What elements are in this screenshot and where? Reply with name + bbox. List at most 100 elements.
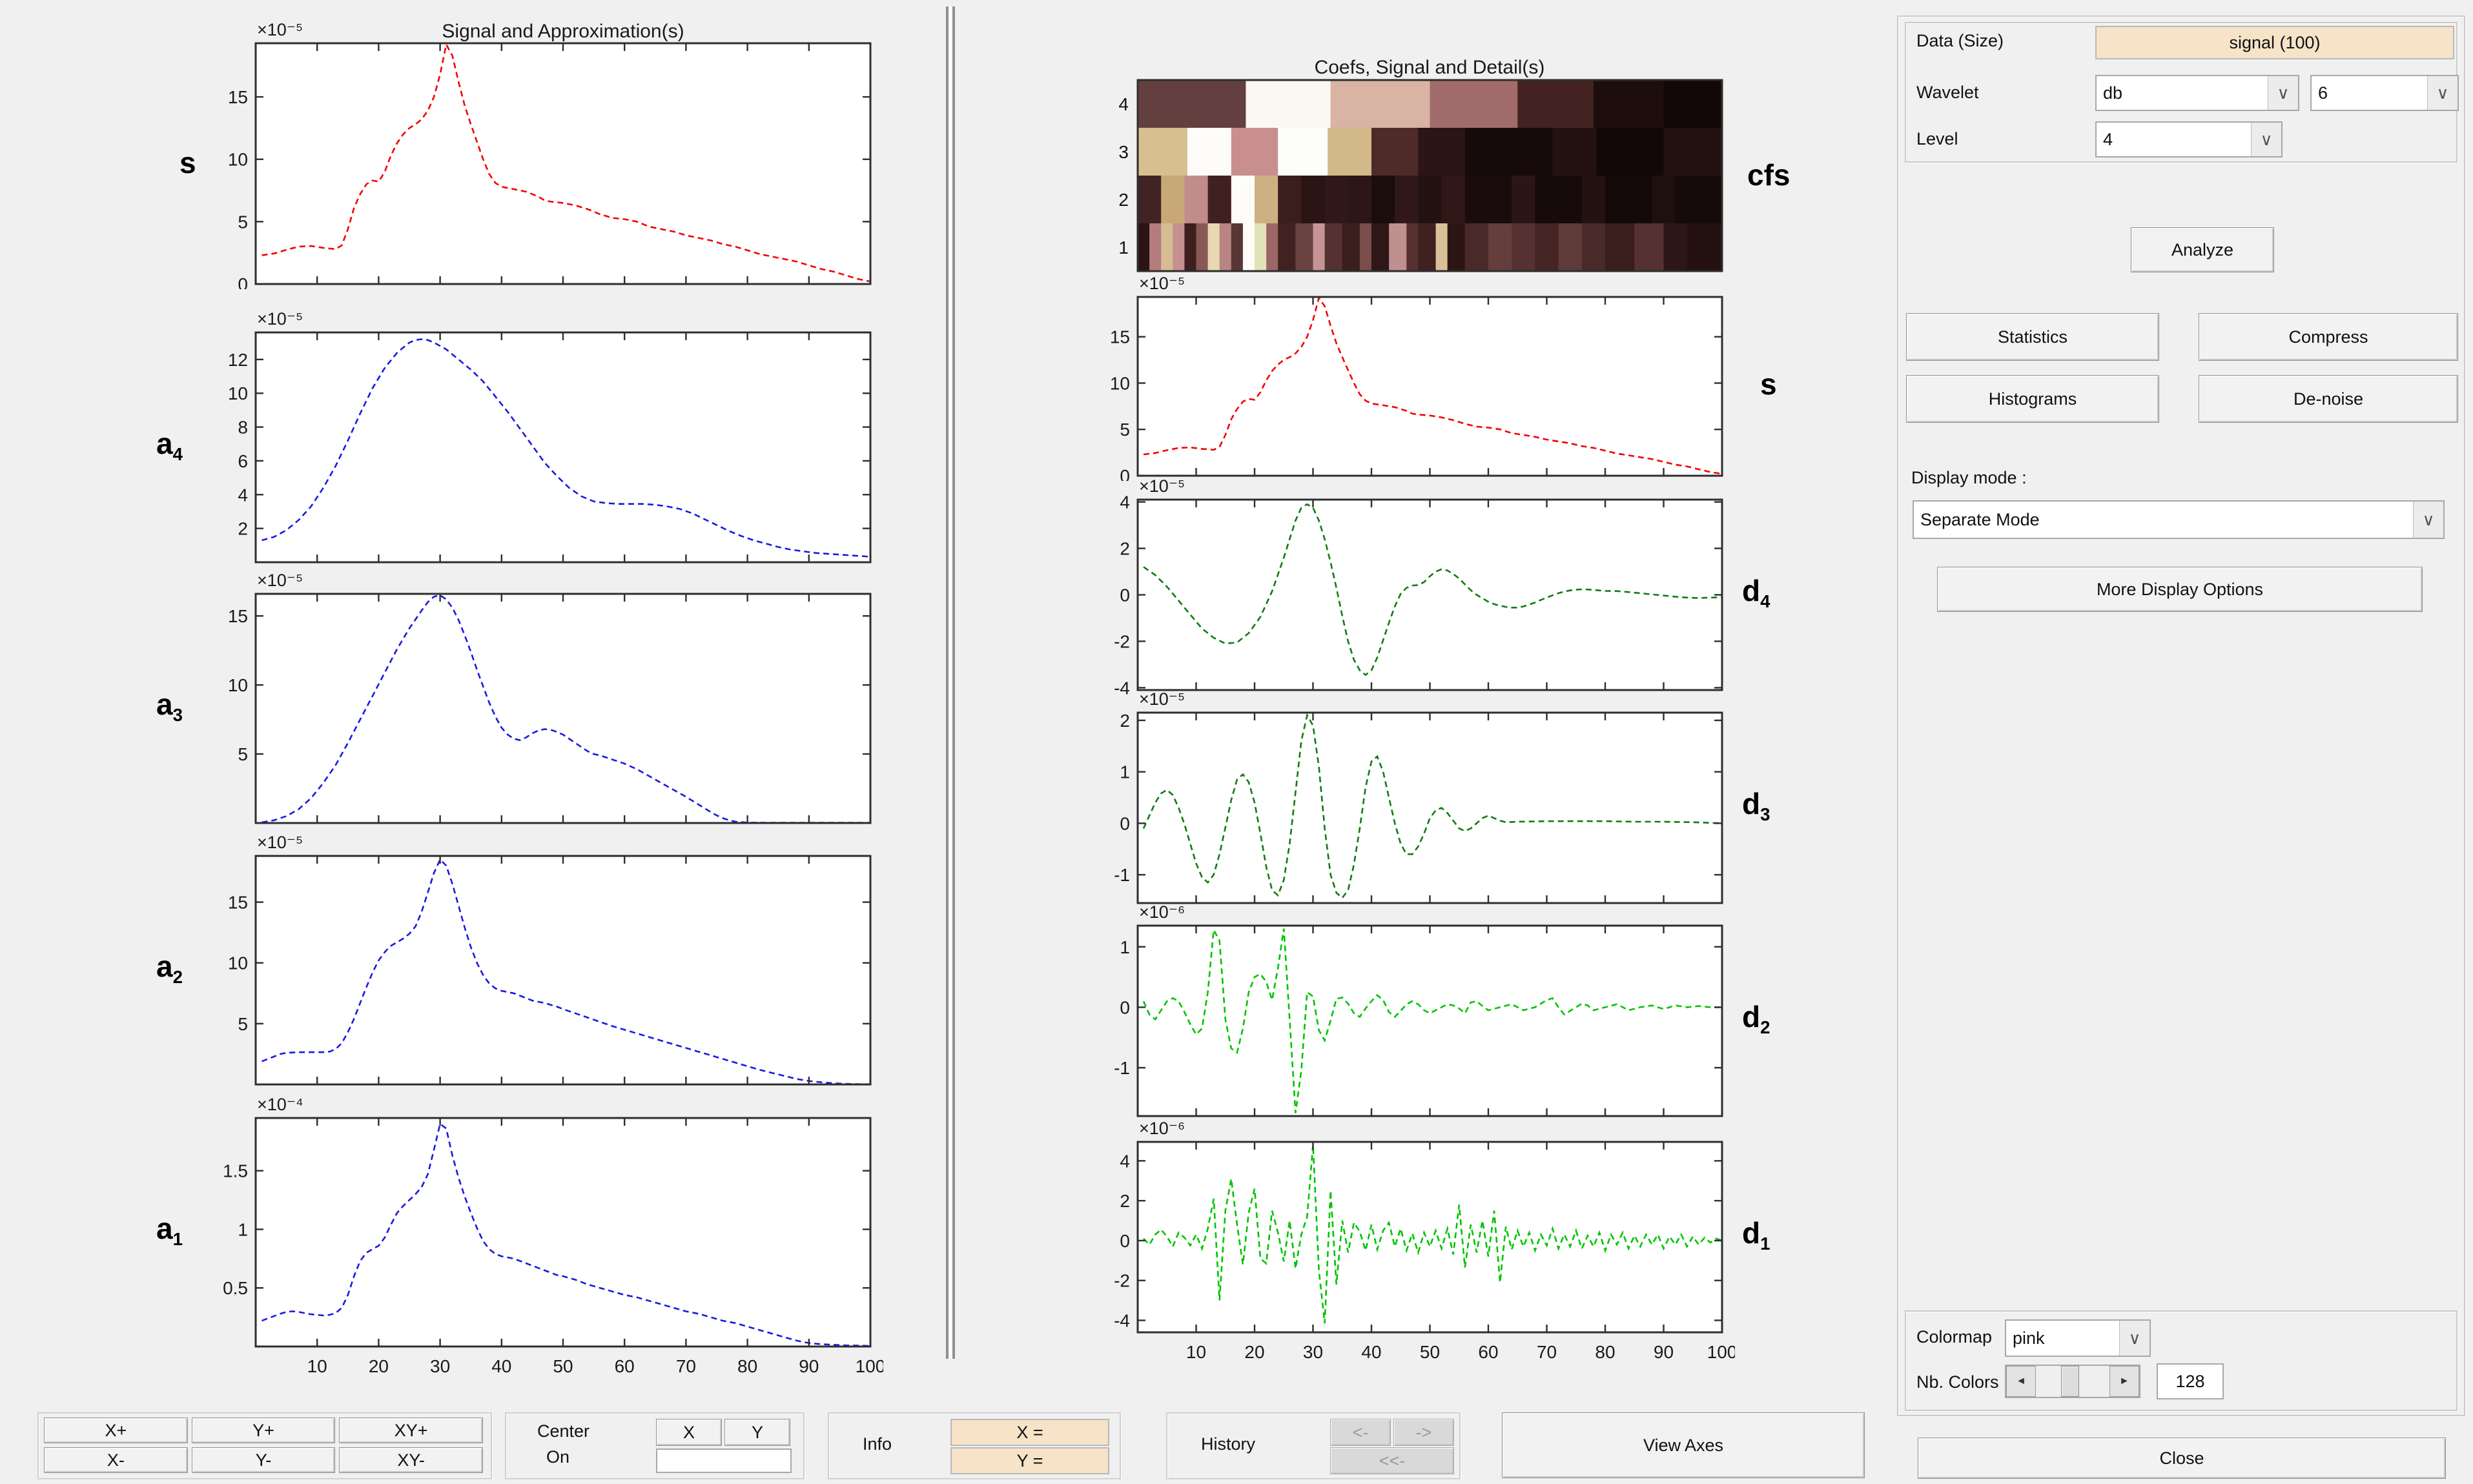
zoom-button-x-plus[interactable]: X+	[44, 1418, 188, 1443]
info-frame: Info X = Y =	[828, 1412, 1121, 1479]
center-y-button[interactable]: Y	[724, 1419, 790, 1446]
center-on-input[interactable]	[656, 1448, 792, 1473]
svg-text:80: 80	[1595, 1342, 1615, 1362]
svg-text:×10⁻⁶: ×10⁻⁶	[1139, 902, 1185, 922]
chevron-down-icon[interactable]: ∨	[2119, 1321, 2150, 1356]
plot-a4[interactable]: 2 4 6 8 10 12 ×10⁻⁵	[185, 304, 883, 567]
svg-text:×10⁻⁵: ×10⁻⁵	[257, 833, 303, 852]
denoise-button[interactable]: De-noise	[2199, 375, 2458, 423]
svg-text:6: 6	[238, 451, 248, 471]
svg-text:1: 1	[1118, 238, 1129, 258]
zoom-button-xy-plus[interactable]: XY+	[339, 1418, 483, 1443]
colormap-dropdown[interactable]: pink ∨	[2005, 1319, 2151, 1357]
svg-text:×10⁻⁵: ×10⁻⁵	[257, 309, 303, 329]
center-on-label: Center	[537, 1421, 590, 1441]
plot-d4[interactable]: -4 -2 0 2 4 ×10⁻⁵	[1067, 471, 1735, 698]
statistics-button[interactable]: Statistics	[1906, 313, 2159, 361]
svg-text:20: 20	[369, 1356, 389, 1376]
analyze-button[interactable]: Analyze	[2131, 227, 2274, 272]
plot-label-a4: a4	[156, 427, 183, 465]
display-mode-label: Display mode :	[1911, 468, 2027, 487]
svg-text:70: 70	[1537, 1342, 1557, 1362]
svg-text:0: 0	[1120, 585, 1130, 605]
zoom-button-y-plus[interactable]: Y+	[191, 1418, 336, 1443]
zoom-button-y-minus[interactable]: Y-	[191, 1447, 336, 1473]
svg-text:2: 2	[1120, 711, 1130, 731]
center-x-button[interactable]: X	[656, 1419, 722, 1446]
svg-text:1: 1	[1120, 937, 1130, 957]
svg-text:×10⁻⁵: ×10⁻⁵	[1139, 274, 1185, 293]
view-axes-button[interactable]: View Axes	[1502, 1412, 1865, 1478]
plot-d3[interactable]: -1 0 1 2 ×10⁻⁵	[1067, 684, 1735, 908]
plot-s_left[interactable]: 0 5 10 15 ×10⁻⁵	[185, 15, 883, 294]
svg-text:-1: -1	[1114, 1058, 1130, 1078]
plot-a2[interactable]: 5 10 15 ×10⁻⁵	[185, 828, 883, 1090]
plot-d2[interactable]: -1 0 1 ×10⁻⁶	[1067, 897, 1735, 1121]
svg-text:5: 5	[238, 744, 248, 764]
chevron-down-icon[interactable]: ∨	[2427, 76, 2458, 110]
chevron-down-icon[interactable]: ∨	[2251, 123, 2281, 156]
svg-text:1: 1	[1120, 762, 1130, 782]
display-mode-dropdown[interactable]: Separate Mode ∨	[1913, 500, 2445, 539]
svg-text:8: 8	[238, 418, 248, 438]
svg-text:10: 10	[1186, 1342, 1206, 1362]
svg-text:×10⁻⁵: ×10⁻⁵	[257, 20, 303, 39]
chevron-down-icon[interactable]: ∨	[2268, 76, 2298, 110]
center-on-frame: Center On X Y	[505, 1412, 805, 1479]
wavelet-number-value: 6	[2318, 83, 2328, 103]
svg-text:4: 4	[238, 485, 248, 505]
plot-label-s_left: s	[180, 146, 196, 179]
zoom-button-x-minus[interactable]: X-	[44, 1447, 188, 1473]
svg-text:2: 2	[1120, 539, 1130, 559]
plot-label-d1: d1	[1742, 1216, 1770, 1254]
svg-text:10: 10	[307, 1356, 327, 1376]
colormap-label: Colormap	[1916, 1327, 1993, 1347]
wavelet-number-dropdown[interactable]: 6 ∨	[2310, 75, 2459, 111]
slider-left-arrow-icon[interactable]: ◄	[2006, 1366, 2036, 1397]
svg-text:-2: -2	[1114, 631, 1130, 651]
plot-s_mid[interactable]: 0 5 10 15 ×10⁻⁵	[1067, 269, 1735, 486]
slider-right-arrow-icon[interactable]: ►	[2109, 1366, 2139, 1397]
zoom-button-xy-minus[interactable]: XY-	[339, 1447, 483, 1473]
plot-a1[interactable]: 0.5 1 1.5 ×10⁻⁴ 10 20 30 40 50 60 70 80 90 100	[185, 1090, 885, 1383]
plot-label-a3: a3	[156, 687, 183, 726]
level-dropdown[interactable]: 4 ∨	[2095, 121, 2283, 158]
plot-label-a1: a1	[156, 1212, 183, 1250]
nb-colors-slider[interactable]: ◄ ►	[2005, 1365, 2140, 1398]
svg-text:2: 2	[1118, 190, 1129, 210]
plot-d1[interactable]: -4 -2 0 2 4 ×10⁻⁶ 10 20 30 40 50 60 70 80 90 100	[1067, 1113, 1737, 1368]
wavelet-family-value: db	[2103, 83, 2123, 103]
slider-thumb[interactable]	[2060, 1366, 2079, 1397]
nb-colors-field[interactable]: 128	[2157, 1363, 2224, 1399]
svg-text:1: 1	[238, 1219, 248, 1239]
svg-text:4: 4	[1118, 94, 1129, 114]
more-display-options-button[interactable]: More Display Options	[1937, 567, 2423, 612]
plot-a3[interactable]: 5 10 15 ×10⁻⁵	[185, 565, 883, 828]
svg-text:2: 2	[1120, 1191, 1130, 1211]
svg-text:15: 15	[228, 606, 248, 626]
level-value: 4	[2103, 129, 2113, 149]
plot-cfs[interactable]: 4 3 2 1	[1067, 52, 1735, 276]
slider-track[interactable]	[2036, 1366, 2109, 1397]
history-forward-button[interactable]: ->	[1393, 1419, 1454, 1446]
svg-text:×10⁻⁵: ×10⁻⁵	[257, 571, 303, 590]
svg-text:0: 0	[238, 274, 248, 289]
compress-button[interactable]: Compress	[2199, 313, 2458, 361]
wavelet-family-dropdown[interactable]: db ∨	[2095, 75, 2299, 111]
chevron-down-icon[interactable]: ∨	[2413, 502, 2443, 538]
svg-text:×10⁻⁵: ×10⁻⁵	[1139, 689, 1185, 709]
svg-text:0: 0	[1120, 997, 1130, 1017]
close-button[interactable]: Close	[1918, 1438, 2446, 1479]
svg-text:40: 40	[491, 1356, 511, 1376]
history-back-button[interactable]: <-	[1330, 1419, 1391, 1446]
svg-text:1.5: 1.5	[223, 1161, 248, 1181]
svg-text:40: 40	[1361, 1342, 1381, 1362]
history-label: History	[1201, 1434, 1256, 1454]
history-far-back-button[interactable]: <<-	[1330, 1447, 1454, 1474]
info-y-field: Y =	[950, 1447, 1109, 1474]
data-size-value[interactable]: signal (100)	[2095, 26, 2454, 59]
svg-text:100: 100	[856, 1356, 883, 1376]
plot-label-d4: d4	[1742, 574, 1770, 612]
histograms-button[interactable]: Histograms	[1906, 375, 2159, 423]
svg-text:5: 5	[238, 212, 248, 232]
